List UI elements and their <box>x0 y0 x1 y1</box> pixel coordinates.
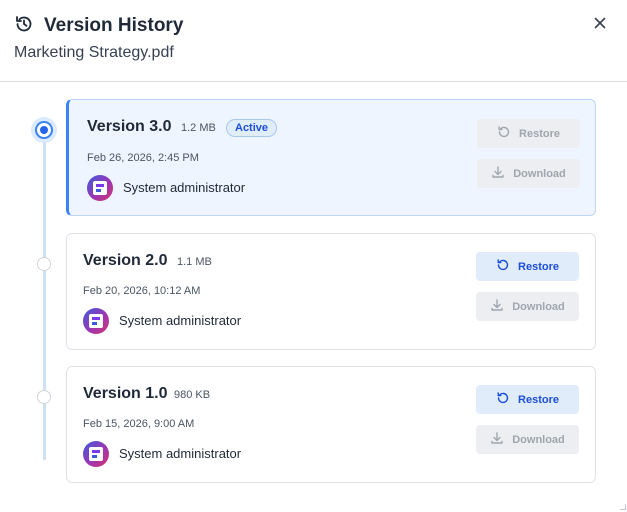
version-card: Version 2.0 1.1 MB Feb 20, 2026, 10:12 A… <box>66 233 596 350</box>
version-name: Version 3.0 <box>87 118 172 135</box>
version-size: 1.2 MB <box>181 122 216 134</box>
user-avatar-icon <box>89 314 103 328</box>
download-button[interactable]: Download <box>476 425 579 454</box>
download-icon <box>490 431 504 448</box>
version-name: Version 2.0 <box>83 252 168 269</box>
restore-button[interactable]: Restore <box>477 119 580 148</box>
restore-label: Restore <box>518 260 559 273</box>
download-button[interactable]: Download <box>476 292 579 321</box>
version-author: System administrator <box>119 313 242 328</box>
dialog-title: Version History <box>44 15 184 36</box>
timeline-dot <box>37 257 51 271</box>
download-label: Download <box>512 433 565 446</box>
resize-handle[interactable] <box>620 504 626 510</box>
timeline-dot <box>37 390 51 404</box>
version-name: Version 1.0 <box>83 385 168 402</box>
timeline-line <box>43 130 46 460</box>
version-date: Feb 15, 2026, 9:00 AM <box>83 418 195 430</box>
version-size: 980 KB <box>174 389 211 401</box>
active-badge: Active <box>226 119 278 137</box>
restore-label: Restore <box>519 127 560 140</box>
download-icon <box>491 165 505 182</box>
restore-icon <box>496 391 510 408</box>
version-author: System administrator <box>123 180 246 195</box>
restore-button[interactable]: Restore <box>476 385 579 414</box>
restore-icon <box>497 125 511 142</box>
version-card: Version 3.0 1.2 MB Active Feb 26, 2026, … <box>66 99 596 216</box>
version-date: Feb 26, 2026, 2:45 PM <box>87 152 199 164</box>
version-date: Feb 20, 2026, 10:12 AM <box>83 285 201 297</box>
restore-icon <box>496 258 510 275</box>
download-label: Download <box>513 167 566 180</box>
user-avatar-icon <box>89 447 103 461</box>
version-card: Version 1.0 980 KB Feb 15, 2026, 9:00 AM… <box>66 366 596 483</box>
avatar <box>83 308 109 334</box>
download-button[interactable]: Download <box>477 159 580 188</box>
restore-button[interactable]: Restore <box>476 252 579 281</box>
restore-label: Restore <box>518 393 559 406</box>
close-button[interactable] <box>589 14 611 36</box>
download-icon <box>490 298 504 315</box>
download-label: Download <box>512 300 565 313</box>
history-icon <box>14 14 34 34</box>
dialog-header: Version History Marketing Strategy.pdf <box>0 0 627 82</box>
close-icon <box>594 16 606 34</box>
avatar <box>87 175 113 201</box>
timeline-dot-active <box>35 121 53 139</box>
file-name: Marketing Strategy.pdf <box>14 44 174 61</box>
version-author: System administrator <box>119 446 242 461</box>
avatar <box>83 441 109 467</box>
version-size: 1.1 MB <box>177 256 212 268</box>
user-avatar-icon <box>93 181 107 195</box>
